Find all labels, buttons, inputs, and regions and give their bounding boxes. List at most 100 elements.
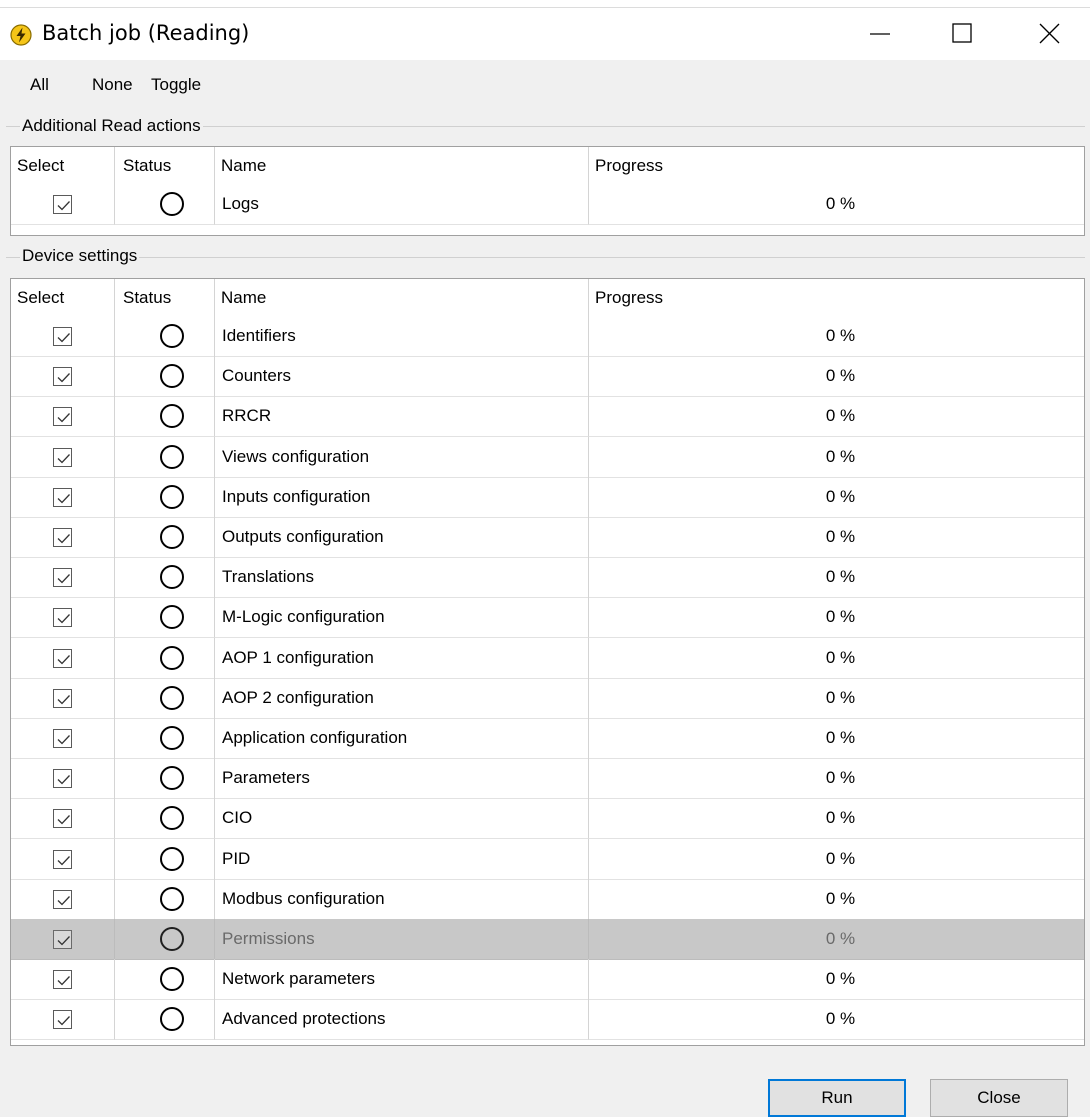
header-status[interactable]: Status bbox=[115, 147, 215, 184]
header-select[interactable]: Select bbox=[11, 147, 115, 184]
select-cell bbox=[11, 798, 115, 840]
status-circle-icon bbox=[160, 927, 184, 951]
select-checkbox[interactable] bbox=[53, 568, 72, 588]
name-cell: Inputs configuration bbox=[215, 476, 589, 518]
progress-cell: 0 % bbox=[589, 557, 1084, 599]
table-row[interactable]: Views configuration 0 % bbox=[11, 436, 1084, 478]
checkmark-icon bbox=[57, 855, 70, 866]
table-row[interactable]: Modbus configuration 0 % bbox=[11, 878, 1084, 920]
name-cell: Application configuration bbox=[215, 718, 589, 759]
select-checkbox[interactable] bbox=[53, 608, 72, 628]
header-select[interactable]: Select bbox=[11, 279, 115, 316]
select-cell bbox=[11, 436, 115, 478]
select-checkbox[interactable] bbox=[53, 688, 72, 708]
group-legend: Device settings bbox=[20, 246, 140, 266]
header-name[interactable]: Name bbox=[215, 279, 589, 316]
select-checkbox[interactable] bbox=[53, 930, 72, 949]
name-cell: RRCR bbox=[215, 396, 589, 438]
status-cell bbox=[115, 919, 215, 960]
progress-cell: 0 % bbox=[589, 919, 1084, 960]
table-row[interactable]: Logs 0 % bbox=[11, 184, 1084, 225]
select-checkbox[interactable] bbox=[53, 447, 72, 467]
status-cell bbox=[115, 798, 215, 840]
checkmark-icon bbox=[57, 493, 70, 504]
table-row[interactable]: Outputs configuration 0 % bbox=[11, 517, 1084, 558]
status-circle-icon bbox=[160, 192, 184, 216]
select-checkbox[interactable] bbox=[53, 195, 72, 214]
table-row[interactable]: Identifiers 0 % bbox=[11, 316, 1084, 357]
table-row[interactable]: Advanced protections 0 % bbox=[11, 999, 1084, 1041]
status-cell bbox=[115, 677, 215, 719]
select-cell bbox=[11, 396, 115, 438]
header-progress[interactable]: Progress bbox=[589, 279, 1084, 316]
additional-table: Select Status Name Progress Logs 0 % bbox=[10, 146, 1085, 236]
close-icon bbox=[1039, 23, 1060, 44]
table-row[interactable]: PID 0 % bbox=[11, 838, 1084, 880]
checkmark-icon bbox=[57, 453, 70, 464]
select-cell bbox=[11, 356, 115, 398]
name-cell: Counters bbox=[215, 356, 589, 398]
status-cell bbox=[115, 316, 215, 357]
status-cell bbox=[115, 597, 215, 639]
status-cell bbox=[115, 396, 215, 438]
status-circle-icon bbox=[160, 846, 184, 871]
select-checkbox[interactable] bbox=[53, 889, 72, 909]
select-checkbox[interactable] bbox=[53, 367, 72, 387]
checkmark-icon bbox=[57, 534, 70, 544]
select-checkbox[interactable] bbox=[53, 970, 72, 990]
status-circle-icon bbox=[160, 967, 184, 992]
header-progress[interactable]: Progress bbox=[589, 147, 1084, 184]
menu-none[interactable]: None bbox=[92, 75, 133, 95]
title-bar[interactable]: Batch job (Reading) bbox=[0, 8, 1090, 60]
table-row[interactable]: M-Logic configuration 0 % bbox=[11, 597, 1084, 639]
table-row[interactable]: Permissions 0 % bbox=[11, 919, 1084, 960]
select-checkbox[interactable] bbox=[53, 327, 72, 346]
progress-cell: 0 % bbox=[589, 356, 1084, 398]
maximize-button[interactable] bbox=[925, 8, 997, 60]
select-checkbox[interactable] bbox=[53, 769, 72, 789]
select-checkbox[interactable] bbox=[53, 407, 72, 427]
header-status[interactable]: Status bbox=[115, 279, 215, 316]
close-window-button[interactable] bbox=[1015, 8, 1087, 60]
checkmark-icon bbox=[57, 413, 70, 423]
table-row[interactable]: Translations 0 % bbox=[11, 557, 1084, 599]
status-circle-icon bbox=[160, 404, 184, 429]
checkmark-icon bbox=[57, 1016, 70, 1026]
name-cell: Views configuration bbox=[215, 436, 589, 478]
close-button[interactable]: Close bbox=[930, 1079, 1068, 1117]
progress-cell: 0 % bbox=[589, 798, 1084, 840]
menu-toggle[interactable]: Toggle bbox=[151, 75, 201, 95]
header-name[interactable]: Name bbox=[215, 147, 589, 184]
maximize-icon bbox=[952, 23, 972, 43]
table-row[interactable]: AOP 2 configuration 0 % bbox=[11, 677, 1084, 719]
select-checkbox[interactable] bbox=[53, 1010, 72, 1030]
table-row[interactable]: CIO 0 % bbox=[11, 798, 1084, 840]
status-cell bbox=[115, 637, 215, 679]
name-cell: Permissions bbox=[215, 919, 589, 960]
progress-cell: 0 % bbox=[589, 437, 1084, 478]
batch-job-window: Batch job (Reading) All None Toggle Addi… bbox=[0, 0, 1090, 1117]
table-row[interactable]: Network parameters 0 % bbox=[11, 959, 1084, 1001]
status-circle-icon bbox=[160, 484, 184, 509]
progress-cell: 0 % bbox=[589, 678, 1084, 719]
select-checkbox[interactable] bbox=[53, 849, 72, 869]
status-circle-icon bbox=[160, 565, 184, 590]
table-row[interactable]: Counters 0 % bbox=[11, 356, 1084, 398]
table-row[interactable]: AOP 1 configuration 0 % bbox=[11, 637, 1084, 679]
status-cell bbox=[115, 878, 215, 920]
select-checkbox[interactable] bbox=[53, 528, 72, 547]
status-circle-icon bbox=[160, 886, 184, 911]
select-checkbox[interactable] bbox=[53, 487, 72, 507]
select-checkbox[interactable] bbox=[53, 648, 72, 668]
table-row[interactable]: RRCR 0 % bbox=[11, 396, 1084, 438]
table-row[interactable]: Parameters 0 % bbox=[11, 758, 1084, 800]
menu-all[interactable]: All bbox=[30, 75, 49, 95]
select-checkbox[interactable] bbox=[53, 729, 72, 748]
select-cell bbox=[11, 557, 115, 599]
table-row[interactable]: Inputs configuration 0 % bbox=[11, 476, 1084, 518]
table-row[interactable]: Application configuration 0 % bbox=[11, 718, 1084, 759]
status-cell bbox=[115, 356, 215, 398]
status-circle-icon bbox=[160, 605, 184, 630]
select-checkbox[interactable] bbox=[53, 809, 72, 829]
run-button[interactable]: Run bbox=[768, 1079, 906, 1117]
